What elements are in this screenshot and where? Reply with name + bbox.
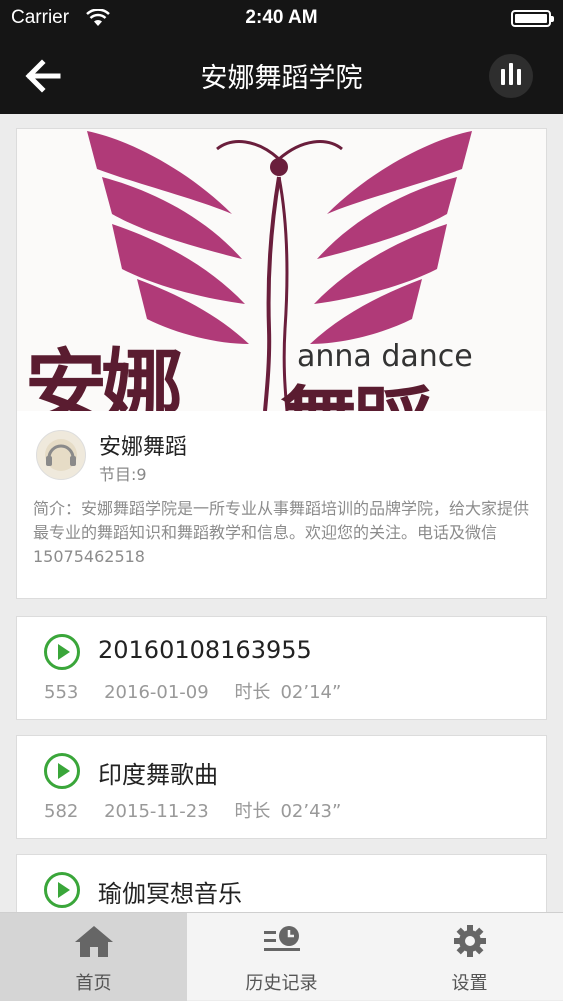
profile-intro: 简介：安娜舞蹈学院是一所专业从事舞蹈培训的品牌学院，给大家提供最专业的舞蹈知识和…: [33, 499, 530, 566]
play-count: 582: [44, 801, 79, 822]
play-count: 553: [44, 682, 79, 703]
program-count: 节目:9: [99, 465, 147, 484]
track-item[interactable]: 20160108163955 553 2016-01-09 时长 02’14”: [16, 616, 547, 720]
avatar[interactable]: [36, 430, 86, 480]
duration-label: 时长: [234, 801, 271, 822]
track-duration: 02’14”: [280, 682, 342, 703]
album-header-card: 安娜 anna dance 舞蹈 安娜舞蹈 节目:9 简介：安娜舞蹈学院是一所专…: [16, 128, 547, 599]
logo-text-en: anna dance: [297, 339, 473, 374]
page-title: 安娜舞蹈学院: [200, 63, 363, 94]
tab-settings-label: 设置: [451, 973, 488, 994]
history-icon: [264, 926, 300, 951]
track-title: 瑜伽冥想音乐: [98, 880, 242, 908]
now-playing-button[interactable]: [489, 54, 533, 98]
track-meta: 582 2015-11-23 时长 02’43”: [44, 797, 361, 823]
nav-bar: 安娜舞蹈学院: [0, 38, 563, 114]
headphones-avatar-icon: [45, 439, 77, 471]
play-circle-icon[interactable]: [43, 871, 81, 909]
tab-home[interactable]: 首页: [0, 913, 187, 1001]
gear-icon: [454, 925, 486, 957]
track-duration: 02’43”: [280, 801, 342, 822]
tab-history[interactable]: 历史记录: [188, 913, 375, 1001]
profile-row: 安娜舞蹈 节目:9: [17, 411, 546, 484]
track-title: 20160108163955: [98, 636, 312, 664]
play-circle-icon[interactable]: [43, 752, 81, 790]
duration-label: 时长: [234, 682, 271, 703]
status-bar: Carrier 2:40 AM: [0, 0, 563, 38]
profile-name: 安娜舞蹈: [99, 435, 188, 460]
tab-home-label: 首页: [75, 973, 112, 994]
track-item[interactable]: 印度舞歌曲 582 2015-11-23 时长 02’43”: [16, 735, 547, 839]
tab-history-label: 历史记录: [245, 973, 318, 994]
tab-settings[interactable]: 设置: [376, 913, 563, 1001]
logo-text-cn-left: 安娜: [25, 340, 183, 411]
track-title: 印度舞歌曲: [98, 761, 218, 789]
play-circle-icon[interactable]: [43, 633, 81, 671]
track-date: 2016-01-09: [104, 682, 209, 703]
track-meta: 553 2016-01-09 时长 02’14”: [44, 678, 361, 704]
logo-text-cn-right: 舞蹈: [279, 384, 433, 411]
home-icon: [75, 926, 113, 957]
clock: 2:40 AM: [245, 7, 318, 28]
tab-bar: 首页 历史记录 设置: [0, 912, 563, 1001]
battery-icon: [511, 10, 554, 27]
track-date: 2015-11-23: [104, 801, 209, 822]
banner-image: 安娜 anna dance 舞蹈: [17, 129, 546, 411]
